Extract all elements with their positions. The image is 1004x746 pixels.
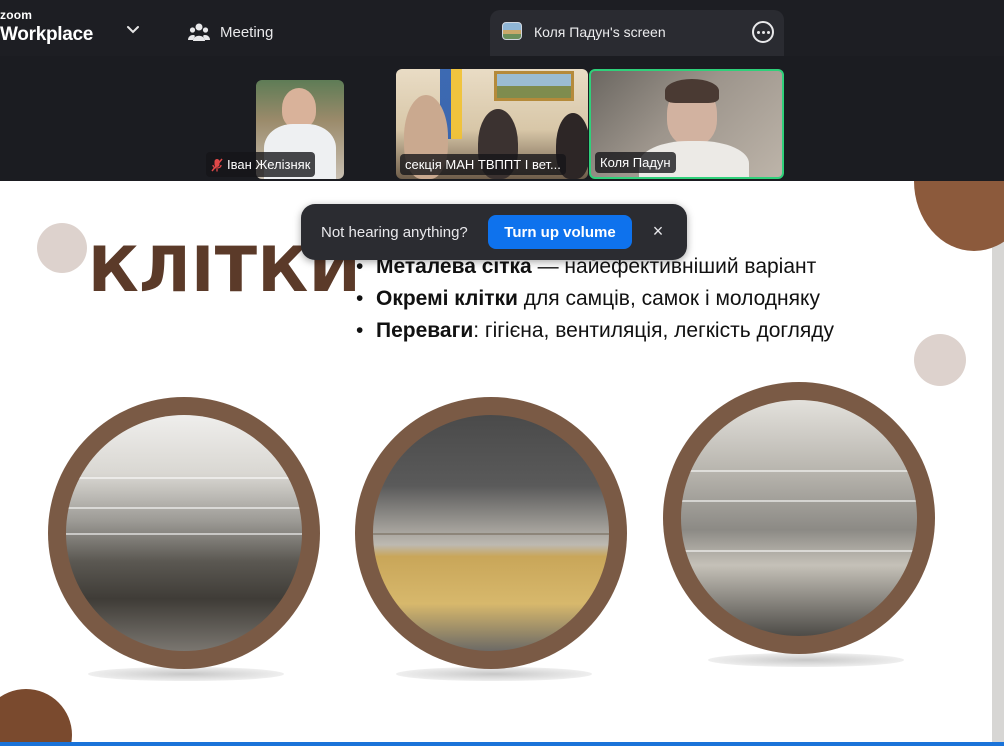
audio-toast: Not hearing anything? Turn up volume × xyxy=(301,204,687,260)
photo-shadow xyxy=(708,653,904,667)
participant-name-tag: секція МАН ТВППТ І вет... xyxy=(400,154,566,175)
window-bottom-border xyxy=(0,742,1004,746)
decor-circle xyxy=(37,223,87,273)
bullet-item: Переваги: гігієна, вентиляція, легкість … xyxy=(356,315,956,347)
cage-photo-image xyxy=(681,400,917,636)
slide-edge xyxy=(992,181,1004,746)
cage-photo-image xyxy=(66,415,302,651)
photo-shadow xyxy=(88,667,284,681)
tab-shared-screen-label: Коля Падун's screen xyxy=(534,24,666,40)
bullet-text: для самців, самок і молодняку xyxy=(517,287,820,310)
participant-name: Коля Падун xyxy=(600,155,671,170)
cage-photo xyxy=(48,397,320,669)
cage-photo xyxy=(355,397,627,669)
participants-icon xyxy=(188,23,210,41)
tab-meeting[interactable]: Meeting xyxy=(180,14,281,50)
tab-shared-screen[interactable]: Коля Падун's screen xyxy=(490,10,784,56)
photo-shadow xyxy=(396,667,592,681)
bullet-text: : гігієна, вентиляція, легкість догляду xyxy=(473,319,834,342)
brand-zoom-text: zoom xyxy=(0,8,33,22)
participant-video xyxy=(282,88,316,128)
shared-slide: КЛІТКИ Металева сітка — найефективніший … xyxy=(0,181,1004,746)
decor-circle xyxy=(914,181,1004,251)
bullet-item: Окремі клітки для самців, самок і молодн… xyxy=(356,283,956,315)
participant-name: секція МАН ТВППТ І вет... xyxy=(405,157,561,172)
screen-thumbnail-icon xyxy=(502,22,522,40)
turn-up-volume-button[interactable]: Turn up volume xyxy=(488,215,632,249)
video-strip: Іван Желізняк секція МАН ТВППТ І вет... … xyxy=(0,56,1004,181)
close-icon[interactable]: × xyxy=(649,222,667,240)
participant-name-tag: Іван Желізняк xyxy=(206,152,316,177)
decor-circle xyxy=(0,689,72,746)
video-tile-active-speaker[interactable]: Коля Падун xyxy=(589,69,784,179)
mic-muted-icon xyxy=(211,158,223,171)
bullet-bold: Переваги xyxy=(376,319,474,342)
participant-name: Іван Желізняк xyxy=(227,157,311,172)
chevron-down-icon[interactable] xyxy=(124,20,142,38)
video-tile[interactable]: секція МАН ТВППТ І вет... xyxy=(396,69,588,179)
brand-workplace-text: Workplace xyxy=(0,24,94,45)
participant-name-tag: Коля Падун xyxy=(595,152,676,173)
bullet-bold: Окремі клітки xyxy=(376,287,518,310)
tab-meeting-label: Meeting xyxy=(220,23,274,41)
more-icon[interactable] xyxy=(752,21,774,43)
toast-message: Not hearing anything? xyxy=(321,224,468,241)
painting-graphic xyxy=(494,71,574,101)
bullet-list: Металева сітка — найефективніший варіант… xyxy=(356,251,956,347)
zoom-window: zoom Workplace Meeting Коля Падун's scre… xyxy=(0,0,1004,746)
cage-photo xyxy=(663,382,935,654)
participant-hair xyxy=(665,79,719,103)
top-bar: zoom Workplace Meeting Коля Падун's scre… xyxy=(0,0,1004,56)
cage-photo-image xyxy=(373,415,609,651)
